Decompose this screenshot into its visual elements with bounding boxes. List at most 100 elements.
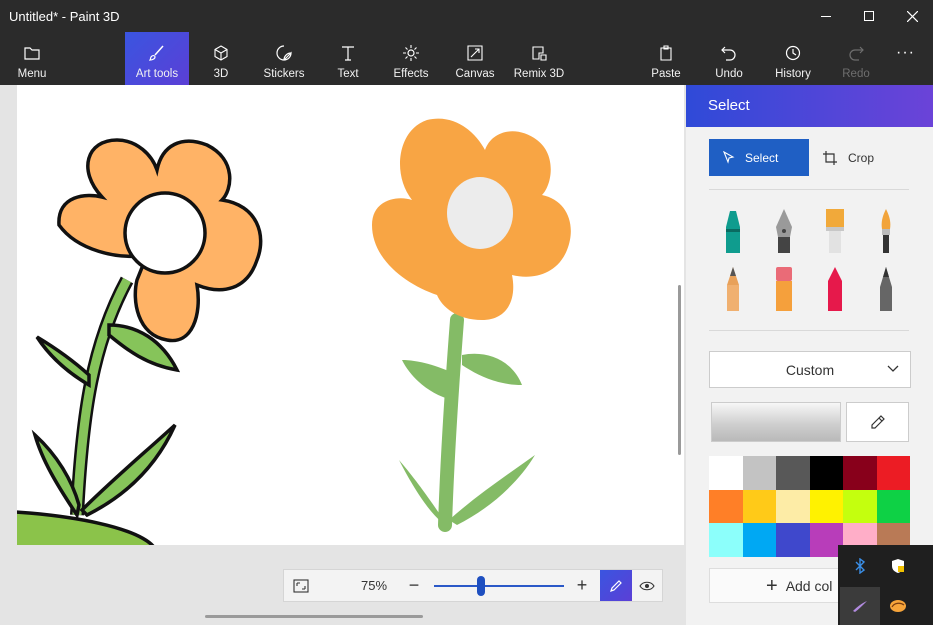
pen-icon bbox=[610, 579, 622, 592]
history-label: History bbox=[775, 68, 811, 80]
crayon-icon bbox=[828, 267, 842, 311]
zoom-out-button[interactable]: − bbox=[402, 570, 426, 601]
zoom-in-icon: + bbox=[576, 575, 588, 595]
system-tray-overflow bbox=[838, 545, 933, 625]
3d-button[interactable]: 3D bbox=[189, 32, 253, 85]
minimize-icon bbox=[821, 15, 831, 17]
canvas-button[interactable]: Canvas bbox=[443, 32, 507, 85]
view-button[interactable] bbox=[632, 570, 662, 601]
color-swatch[interactable] bbox=[709, 456, 743, 490]
color-swatch[interactable] bbox=[776, 523, 810, 557]
marker-brush[interactable] bbox=[719, 207, 747, 257]
cube-icon bbox=[212, 44, 230, 62]
color-swatch[interactable] bbox=[776, 489, 810, 523]
color-swatch[interactable] bbox=[809, 456, 843, 490]
color-swatch[interactable] bbox=[809, 489, 843, 523]
maximize-button[interactable] bbox=[846, 0, 892, 32]
watercolor-brush[interactable] bbox=[872, 207, 900, 257]
eye-icon bbox=[639, 581, 655, 590]
fit-to-window-button[interactable] bbox=[284, 570, 318, 601]
pixel-pen-icon bbox=[880, 267, 892, 311]
calligraphy-pen-icon bbox=[776, 209, 792, 253]
color-swatch[interactable] bbox=[843, 456, 877, 490]
paint-icon bbox=[890, 600, 906, 612]
undo-label: Undo bbox=[715, 68, 743, 80]
flat-flower bbox=[17, 138, 263, 545]
bluetooth-icon bbox=[855, 558, 866, 574]
folder-icon bbox=[23, 44, 41, 62]
marker-icon bbox=[726, 211, 740, 253]
color-swatch[interactable] bbox=[709, 523, 743, 557]
watercolor-icon bbox=[881, 209, 891, 253]
sticker-icon bbox=[275, 44, 293, 62]
tray-bluetooth[interactable] bbox=[840, 547, 880, 585]
add-color-label: Add col bbox=[785, 577, 833, 594]
canvas-label: Canvas bbox=[455, 68, 495, 80]
pencil-icon bbox=[727, 267, 739, 311]
text-label: Text bbox=[337, 68, 359, 80]
close-button[interactable] bbox=[889, 0, 933, 32]
crop-label: Crop bbox=[848, 150, 875, 165]
pen-mode-button[interactable] bbox=[600, 570, 632, 601]
redo-icon bbox=[847, 44, 865, 62]
zoom-slider-thumb[interactable] bbox=[476, 576, 485, 596]
eyedropper-icon bbox=[870, 415, 885, 429]
workspace: 75% − + bbox=[0, 85, 686, 625]
color-swatch[interactable] bbox=[742, 456, 776, 490]
color-swatch[interactable] bbox=[742, 489, 776, 523]
history-icon bbox=[784, 44, 802, 62]
3d-label: 3D bbox=[213, 68, 229, 80]
art-tools-label: Art tools bbox=[135, 68, 179, 80]
brush-type-dropdown[interactable]: Custom bbox=[709, 351, 911, 388]
paste-button[interactable]: Paste bbox=[634, 32, 698, 85]
text-button[interactable]: Text bbox=[316, 32, 380, 85]
effects-button[interactable]: Effects bbox=[379, 32, 443, 85]
chevron-down-icon bbox=[887, 365, 899, 372]
remix-3d-label: Remix 3D bbox=[513, 68, 565, 80]
current-color-swatch[interactable] bbox=[711, 402, 841, 442]
zoom-slider-track[interactable] bbox=[434, 585, 564, 587]
drawing-canvas[interactable] bbox=[17, 85, 684, 545]
color-swatch[interactable] bbox=[742, 523, 776, 557]
sun-icon bbox=[402, 44, 420, 62]
tray-security[interactable] bbox=[878, 547, 918, 585]
tray-pen[interactable] bbox=[840, 587, 880, 625]
tray-paint[interactable] bbox=[878, 587, 918, 625]
horizontal-scrollbar[interactable] bbox=[205, 615, 423, 618]
panel-title: Select bbox=[686, 85, 933, 127]
zoom-in-button[interactable]: + bbox=[570, 570, 594, 601]
remix-3d-button[interactable]: Remix 3D bbox=[507, 32, 571, 85]
color-swatch[interactable] bbox=[843, 489, 877, 523]
paste-label: Paste bbox=[651, 68, 681, 80]
menu-label: Menu bbox=[17, 68, 47, 80]
crayon-brush[interactable] bbox=[821, 265, 849, 315]
select-button[interactable]: Select bbox=[709, 139, 809, 176]
color-swatch[interactable] bbox=[776, 456, 810, 490]
undo-button[interactable]: Undo bbox=[697, 32, 761, 85]
vertical-scrollbar[interactable] bbox=[678, 285, 681, 455]
history-button[interactable]: History bbox=[761, 32, 825, 85]
art-tools-button[interactable]: Art tools bbox=[125, 32, 189, 85]
side-panel: Select Select Crop Custom + Add col bbox=[686, 85, 933, 625]
eraser-brush[interactable] bbox=[770, 265, 798, 315]
stickers-button[interactable]: Stickers bbox=[252, 32, 316, 85]
3d-flower bbox=[372, 118, 571, 532]
minimize-button[interactable] bbox=[803, 0, 849, 32]
canvas-resize-icon bbox=[466, 44, 484, 62]
color-swatch[interactable] bbox=[709, 489, 743, 523]
more-button[interactable]: ··· bbox=[878, 32, 933, 85]
eyedropper-button[interactable] bbox=[846, 402, 909, 442]
calligraphy-pen-brush[interactable] bbox=[770, 207, 798, 257]
panel-divider bbox=[709, 189, 909, 190]
oil-brush[interactable] bbox=[821, 207, 849, 257]
menu-button[interactable]: Menu bbox=[0, 32, 64, 85]
crop-button[interactable]: Crop bbox=[818, 139, 918, 176]
close-icon bbox=[906, 10, 918, 22]
zoom-percent-label: 75% bbox=[360, 578, 388, 593]
color-swatch[interactable] bbox=[876, 456, 910, 490]
select-label: Select bbox=[745, 150, 779, 165]
color-swatch[interactable] bbox=[876, 489, 910, 523]
pencil-brush[interactable] bbox=[719, 265, 747, 315]
pixel-pen-brush[interactable] bbox=[872, 265, 900, 315]
eraser-icon bbox=[776, 267, 792, 311]
